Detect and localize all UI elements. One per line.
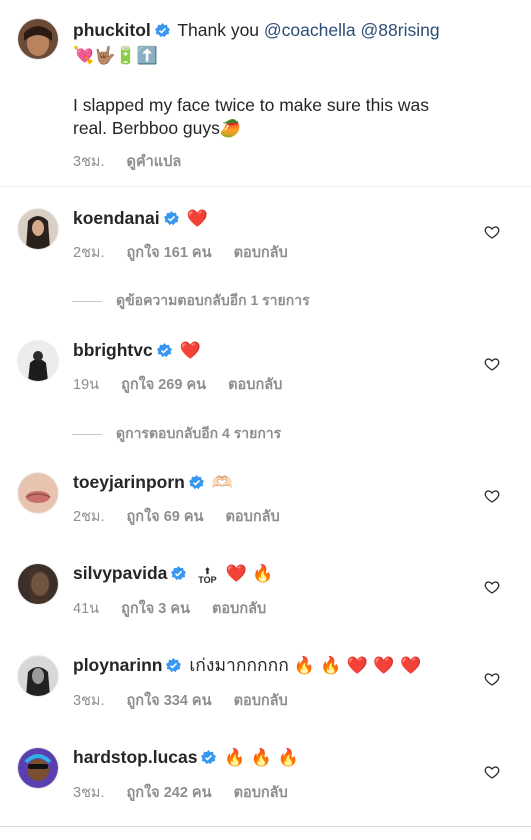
comment-username[interactable]: toeyjarinporn <box>73 472 185 492</box>
comment-text: เก่งมากกกกก <box>189 655 289 675</box>
comment-username[interactable]: ploynarinn <box>73 655 162 675</box>
comment-koendanai: koendanai ❤️ <box>73 206 208 231</box>
comment-meta: 3ชม. ถูกใจ 242 คน ตอบกลับ <box>73 781 306 804</box>
verified-badge-icon <box>166 658 182 673</box>
mango-emoji: 🥭 <box>219 119 242 139</box>
reply-button[interactable]: ตอบกลับ <box>234 245 288 261</box>
comment-likes[interactable]: ถูกใจ 269 คน <box>121 377 206 393</box>
comment-time: 2ชม. <box>73 245 105 261</box>
comment-time: 19น <box>73 377 100 393</box>
reply-button[interactable]: ตอบกลับ <box>228 377 282 393</box>
heart-outline-icon[interactable] <box>484 671 500 687</box>
reply-button[interactable]: ตอบกลับ <box>212 601 266 617</box>
comment-likes[interactable]: ถูกใจ 334 คน <box>127 693 212 709</box>
mention-coachella[interactable]: @coachella <box>264 20 356 40</box>
comment-username[interactable]: hardstop.lucas <box>73 747 197 767</box>
heart-outline-icon[interactable] <box>484 488 500 504</box>
comment-ploynarinn: ploynarinn เก่งมากกกกก 🔥 🔥 ❤️ ❤️ ❤️ <box>73 653 421 678</box>
caption-divider <box>0 186 531 187</box>
reply-dash <box>72 300 102 302</box>
bottom-divider <box>0 826 531 827</box>
comment-time: 3ชม. <box>73 785 105 801</box>
caption-body-1: I slapped my face twice to make sure thi… <box>73 95 429 115</box>
reply-button[interactable]: ตอบกลับ <box>226 509 280 525</box>
comment-time: 2ชม. <box>73 509 105 525</box>
caption-body-2-text: real. Berbboo guys <box>73 118 220 138</box>
verified-badge-icon <box>163 211 179 226</box>
top-label: TOP <box>198 575 217 585</box>
avatar-silvypavida[interactable] <box>18 564 58 604</box>
top-arrow-icon: ⬆ TOP <box>198 566 217 585</box>
comment-username[interactable]: koendanai <box>73 208 160 228</box>
heart-outline-icon[interactable] <box>484 579 500 595</box>
comment-meta: 41น ถูกใจ 3 คน ตอบกลับ <box>73 597 284 620</box>
avatar-toeyjarinporn[interactable] <box>18 473 58 513</box>
comment-likes[interactable]: ถูกใจ 3 คน <box>121 601 190 617</box>
translate-link[interactable]: ดูคำแปล <box>127 154 182 170</box>
comment-silvypavida: silvypavida ⬆ TOP ❤️ 🔥 <box>73 561 273 586</box>
avatar-ploynarinn[interactable] <box>18 656 58 696</box>
post-time: 3ชม. <box>73 154 105 170</box>
comment-hardstop-lucas: hardstop.lucas 🔥 🔥 🔥 <box>73 745 299 770</box>
comment-emoji: ❤️ <box>179 341 201 361</box>
avatar-bbrightvc[interactable] <box>18 341 58 381</box>
comment-username[interactable]: bbrightvc <box>73 340 153 360</box>
comment-emoji: ❤️ <box>186 209 208 229</box>
comment-time: 41น <box>73 601 100 617</box>
reply-button[interactable]: ตอบกลับ <box>234 693 288 709</box>
comment-time: 3ชม. <box>73 693 105 709</box>
heart-outline-icon[interactable] <box>484 224 500 240</box>
comment-emoji: 🔥 🔥 ❤️ ❤️ ❤️ <box>293 656 422 676</box>
view-replies-label[interactable]: ดูข้อความตอบกลับอีก 1 รายการ <box>116 292 310 308</box>
verified-badge-icon <box>154 23 170 38</box>
avatar-koendanai[interactable] <box>18 209 58 249</box>
comment-meta: 2ชม. ถูกใจ 161 คน ตอบกลับ <box>73 241 306 264</box>
post-caption-line1: phuckitol Thank you @coachella @88rising <box>73 18 440 42</box>
verified-badge-icon <box>188 475 204 490</box>
comment-likes[interactable]: ถูกใจ 161 คน <box>127 245 212 261</box>
reply-button[interactable]: ตอบกลับ <box>234 785 288 801</box>
avatar-hardstop-lucas[interactable] <box>18 748 58 788</box>
comment-emoji: 🫶🏻 <box>211 473 233 493</box>
avatar-phuckitol[interactable] <box>18 19 58 59</box>
verified-badge-icon <box>156 343 172 358</box>
caption-prefix: Thank you <box>177 20 260 40</box>
caption-emoji-line: 💘🤟🏽🔋⬆️ <box>73 46 158 66</box>
comment-emoji: 🔥 🔥 🔥 <box>224 748 299 768</box>
comment-emoji: ❤️ 🔥 <box>225 564 274 584</box>
comment-username[interactable]: silvypavida <box>73 563 167 583</box>
post-meta: 3ชม. ดูคำแปล <box>73 150 199 173</box>
caption-body-2: real. Berbboo guys🥭 <box>73 116 241 141</box>
comment-toeyjarinporn: toeyjarinporn 🫶🏻 <box>73 470 233 495</box>
mention-88rising[interactable]: @88rising <box>361 20 440 40</box>
heart-outline-icon[interactable] <box>484 764 500 780</box>
comment-meta: 3ชม. ถูกใจ 334 คน ตอบกลับ <box>73 689 306 712</box>
heart-outline-icon[interactable] <box>484 356 500 372</box>
comment-likes[interactable]: ถูกใจ 69 คน <box>127 509 204 525</box>
comment-meta: 2ชม. ถูกใจ 69 คน ตอบกลับ <box>73 505 298 528</box>
comment-likes[interactable]: ถูกใจ 242 คน <box>127 785 212 801</box>
comment-bbrightvc: bbrightvc ❤️ <box>73 338 201 363</box>
reply-dash <box>72 433 102 435</box>
comment-meta: 19น ถูกใจ 269 คน ตอบกลับ <box>73 373 300 396</box>
view-replies-1[interactable]: ดูข้อความตอบกลับอีก 1 รายการ <box>72 290 310 312</box>
view-replies-2[interactable]: ดูการตอบกลับอีก 4 รายการ <box>72 423 281 445</box>
verified-badge-icon <box>201 750 217 765</box>
view-replies-label[interactable]: ดูการตอบกลับอีก 4 รายการ <box>116 425 281 441</box>
post-username[interactable]: phuckitol <box>73 20 151 40</box>
verified-badge-icon <box>171 566 187 581</box>
